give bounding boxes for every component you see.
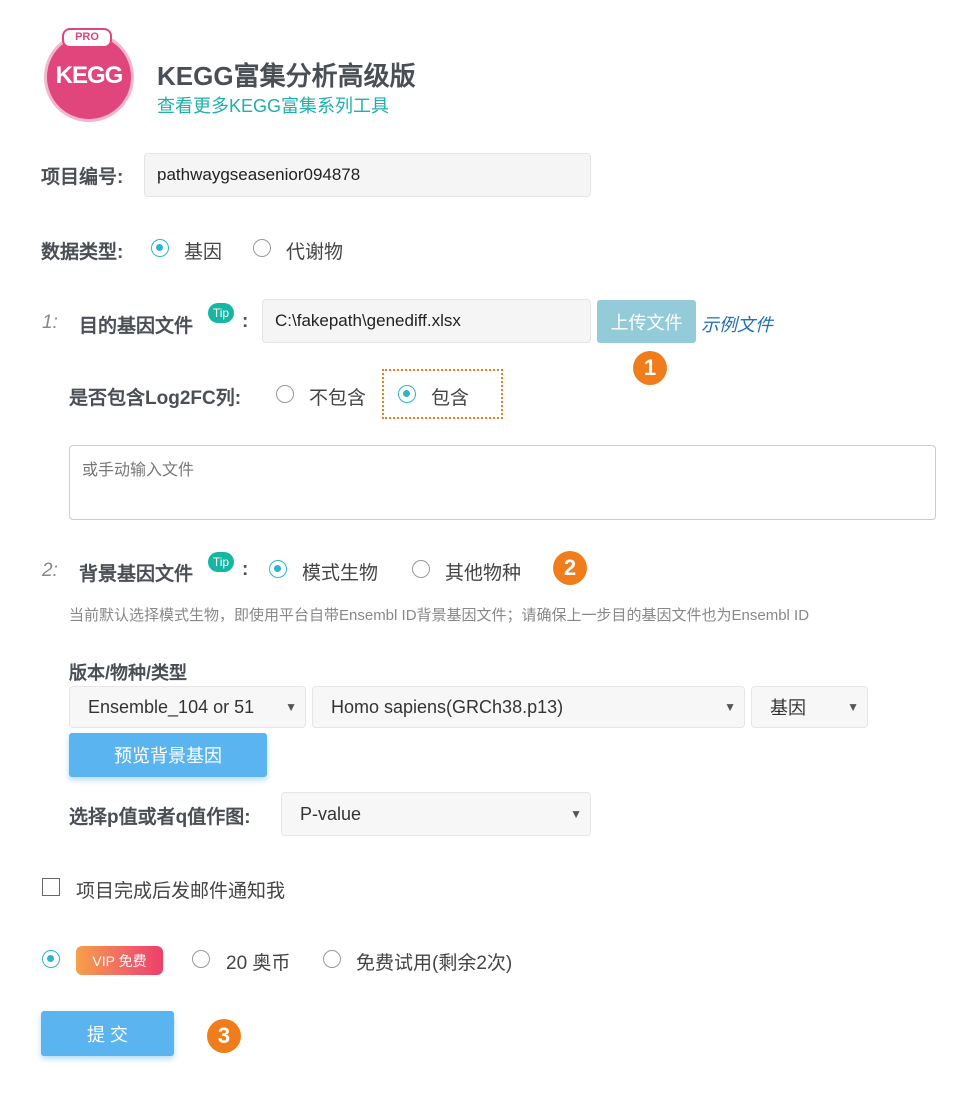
tip-text-2: Tip (212, 555, 230, 569)
radio-free-trial[interactable] (323, 950, 341, 968)
project-id-input[interactable]: pathwaygseasenior094878 (144, 153, 591, 197)
pq-value-label: 选择p值或者q值作图: (69, 807, 251, 828)
version-select-value: Ensemble_104 or 51 (88, 696, 255, 717)
background-note: 当前默认选择模式生物，即使用平台自带Ensembl ID背景基因文件；请确保上一… (69, 607, 810, 624)
radio-20-coins[interactable] (192, 950, 210, 968)
radio-gene[interactable] (151, 239, 169, 257)
radio-other-species[interactable] (412, 560, 430, 578)
radio-20-coins-label[interactable]: 20 奥币 (226, 948, 290, 975)
tip-icon[interactable]: Tip (208, 303, 234, 323)
pq-value-select[interactable]: P-value ▼ (281, 792, 591, 836)
species-select-value: Homo sapiens(GRCh38.p13) (331, 696, 564, 717)
caret-down-icon: ▼ (570, 807, 582, 821)
radio-free-trial-label[interactable]: 免费试用(剩余2次) (356, 948, 512, 975)
pq-value-select-value: P-value (300, 803, 362, 824)
version-species-type-label: 版本/物种/类型 (69, 663, 188, 683)
step2-label: 背景基因文件 (79, 564, 194, 585)
type-select-value: 基因 (770, 698, 806, 718)
radio-include-log2fc[interactable] (398, 385, 416, 403)
step2-number: 2: (42, 560, 58, 581)
target-gene-file-value: C:\fakepath\genediff.xlsx (275, 311, 461, 330)
step1-label: 目的基因文件 (79, 316, 194, 337)
type-select[interactable]: 基因 ▼ (751, 686, 868, 728)
step2-colon: : (242, 559, 249, 580)
caret-down-icon: ▼ (724, 700, 736, 714)
preview-background-genes-button[interactable]: 预览背景基因 (69, 733, 267, 777)
radio-vip-free[interactable] (42, 950, 60, 968)
example-file-link[interactable]: 示例文件 (701, 311, 773, 337)
logo-text: KEGG (55, 62, 124, 89)
caret-down-icon: ▼ (285, 700, 297, 714)
step-badge-1: 1 (633, 351, 667, 385)
project-id-value: pathwaygseasenior094878 (157, 165, 361, 184)
radio-model-organism[interactable] (269, 560, 287, 578)
step1-colon: : (242, 311, 249, 332)
vip-free-badge[interactable]: VIP 免费 (76, 946, 163, 975)
radio-exclude-log2fc-label[interactable]: 不包含 (309, 383, 366, 410)
radio-other-species-label[interactable]: 其他物种 (445, 558, 521, 585)
upload-file-button[interactable]: 上传文件 (597, 300, 696, 343)
version-select[interactable]: Ensemble_104 or 51 ▼ (69, 686, 306, 728)
tip-icon-2[interactable]: Tip (208, 552, 234, 572)
radio-exclude-log2fc[interactable] (276, 385, 294, 403)
radio-gene-label[interactable]: 基因 (184, 237, 222, 264)
more-tools-link[interactable]: 查看更多KEGG富集系列工具 (157, 92, 389, 118)
step1-number: 1: (42, 312, 58, 333)
email-notify-label[interactable]: 项目完成后发邮件通知我 (76, 876, 285, 903)
radio-metabolite[interactable] (253, 239, 271, 257)
target-gene-file-input[interactable]: C:\fakepath\genediff.xlsx (262, 299, 591, 343)
project-id-label: 项目编号: (41, 167, 124, 188)
species-select[interactable]: Homo sapiens(GRCh38.p13) ▼ (312, 686, 745, 728)
submit-button[interactable]: 提 交 (41, 1011, 174, 1056)
tip-text: Tip (212, 306, 230, 320)
log2fc-label: 是否包含Log2FC列: (69, 388, 242, 409)
step-badge-2: 2 (553, 551, 587, 585)
step-badge-3: 3 (207, 1019, 241, 1053)
radio-metabolite-label[interactable]: 代谢物 (286, 237, 343, 264)
page-title: KEGG富集分析高级版 (157, 61, 416, 91)
radio-include-log2fc-label[interactable]: 包含 (431, 383, 469, 410)
email-notify-checkbox[interactable] (42, 878, 60, 896)
logo-pro-badge: PRO (62, 28, 112, 48)
manual-input-textarea[interactable] (69, 445, 936, 520)
radio-model-organism-label[interactable]: 模式生物 (302, 558, 378, 585)
data-type-label: 数据类型: (41, 242, 124, 263)
textarea-placeholder: 或手动输入文件 (82, 462, 195, 479)
caret-down-icon: ▼ (847, 700, 859, 714)
